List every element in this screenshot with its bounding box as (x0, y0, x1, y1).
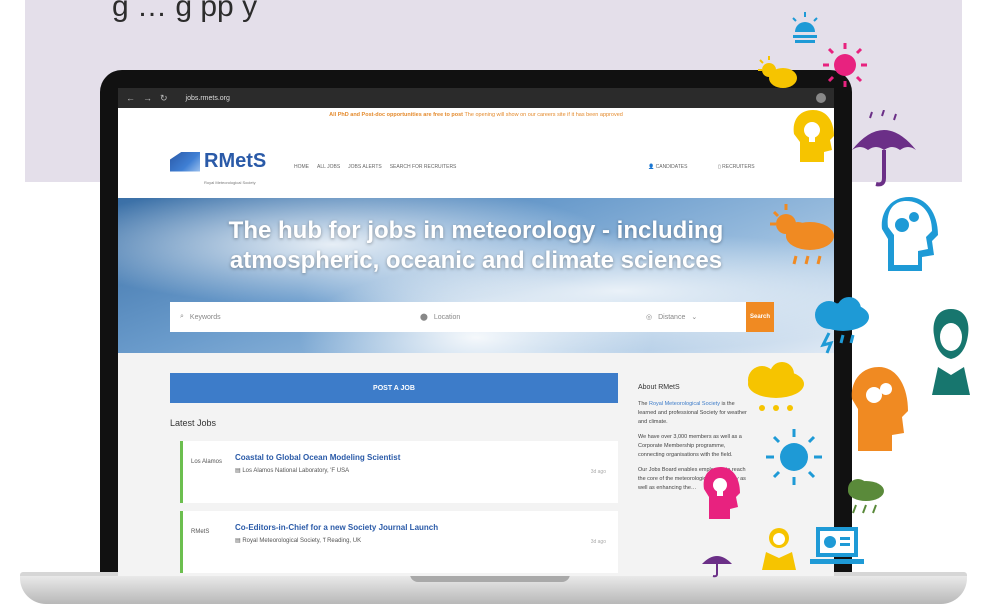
location-field[interactable]: ⬤ Location (410, 302, 636, 332)
keywords-field[interactable]: ⌕ Keywords (170, 302, 410, 332)
notice-banner: All PhD and Post-doc opportunities are f… (118, 108, 834, 122)
storm-cloud-icon (815, 297, 869, 354)
job-location: ▤ Los Alamos National Laboratory, 'F USA (235, 467, 349, 474)
rain-cloud-icon (748, 362, 804, 411)
distance-label: Distance (658, 313, 686, 321)
head-lightbulb-icon (703, 467, 740, 519)
job-card[interactable]: Los Alamos Coastal to Global Ocean Model… (180, 441, 618, 503)
sun-rain-cloud-icon (770, 204, 834, 265)
sun-icon (823, 43, 867, 87)
recruiters-link[interactable]: ▯ RECRUITERS (718, 164, 755, 170)
reload-icon[interactable]: ↻ (160, 93, 168, 104)
employer-logo: RMetS (191, 529, 210, 535)
about-paragraph-1: The Royal Meteorological Society is the … (638, 400, 748, 427)
sun-icon (766, 429, 822, 485)
rmets-link[interactable]: Royal Meteorological Society (649, 401, 720, 407)
chevron-down-icon: ⌄ (691, 314, 698, 321)
notice-bold: All PhD and Post-doc opportunities are f… (329, 112, 464, 118)
about-title: About RMetS (638, 384, 680, 391)
nav-all-jobs[interactable]: ALL JOBS (317, 164, 340, 170)
about-p1-start: The (638, 401, 650, 407)
rmets-logo-icon (170, 151, 200, 172)
search-icon: ⌕ (180, 313, 184, 320)
head-gears-icon (881, 197, 938, 271)
umbrella-icon (852, 110, 916, 187)
nav-home[interactable]: HOME (294, 164, 309, 170)
person-icon (932, 309, 970, 395)
job-location-text: Royal Meteorological Society, 'f Reading… (242, 538, 362, 544)
location-placeholder: Location (433, 313, 461, 321)
latest-jobs-title: Latest Jobs (170, 418, 217, 428)
browser-toolbar: ← → ↻ jobs.rmets.org (118, 88, 834, 108)
distance-icon: ◎ (646, 314, 653, 321)
location-pin-icon: ⬤ (420, 314, 428, 321)
keywords-placeholder: Keywords (189, 313, 221, 321)
top-tagline-fragment: g … g pp y (112, 0, 258, 23)
head-lightbulb-icon (793, 110, 834, 162)
main-nav: HOME ALL JOBS JOBS ALERTS SEARCH FOR REC… (294, 164, 456, 170)
hero-title-line-2: atmospheric, oceanic and climate science… (229, 247, 723, 274)
candidates-label: CANDIDATES (655, 164, 688, 170)
person-icon (762, 528, 796, 570)
hero-banner: The hub for jobs in meteorology - includ… (118, 198, 834, 353)
job-title[interactable]: Coastal to Global Ocean Modeling Scienti… (235, 453, 400, 462)
back-icon[interactable]: ← (126, 93, 135, 103)
notice-text: The opening will show on our careers sit… (463, 112, 623, 118)
job-location: ▤ Royal Meteorological Society, 'f Readi… (235, 537, 361, 544)
job-card[interactable]: RMetS Co-Editors-in-Chief for a new Soci… (180, 511, 618, 573)
distance-select[interactable]: ◎ Distance ⌄ (636, 302, 746, 332)
about-paragraph-2: We have over 3,000 members as well as a … (638, 434, 742, 458)
laptop-chart-icon (810, 527, 864, 564)
job-date: 3d ago (590, 469, 606, 475)
search-button[interactable]: Search (746, 302, 774, 332)
recruiters-label: RECRUITERS (722, 164, 755, 170)
rmets-logo[interactable]: RMetS (170, 150, 266, 173)
head-gears-icon (851, 367, 908, 451)
sun-cloud-icon (758, 56, 797, 88)
candidates-link[interactable]: 👤 CANDIDATES (648, 164, 687, 170)
profile-icon[interactable] (816, 93, 826, 103)
post-a-job-button[interactable]: POST A JOB (170, 373, 618, 403)
umbrella-icon (702, 556, 732, 578)
logo-text: RMetS (204, 150, 267, 172)
nav-recruiters[interactable]: SEARCH FOR RECRUITERS (390, 164, 457, 170)
logo-subtitle: Royal Meteorological Society (204, 180, 256, 185)
job-date: 3d ago (590, 539, 606, 545)
rain-cloud-icon (848, 479, 884, 514)
nav-job-alerts[interactable]: JOBS ALERTS (348, 164, 382, 170)
forward-icon[interactable]: → (143, 93, 152, 103)
hero-title-line-1: The hub for jobs in meteorology - includ… (228, 217, 724, 244)
sun-haze-icon (792, 12, 818, 43)
employer-logo: Los Alamos (191, 459, 223, 465)
hero-title: The hub for jobs in meteorology - includ… (118, 216, 834, 276)
address-bar[interactable]: jobs.rmets.org (186, 95, 808, 102)
search-bar: ⌕ Keywords ⬤ Location ◎ Distance ⌄ (170, 302, 746, 332)
job-location-text: Los Alamos National Laboratory, 'F USA (242, 468, 350, 474)
job-title[interactable]: Co-Editors-in-Chief for a new Society Jo… (235, 523, 438, 532)
